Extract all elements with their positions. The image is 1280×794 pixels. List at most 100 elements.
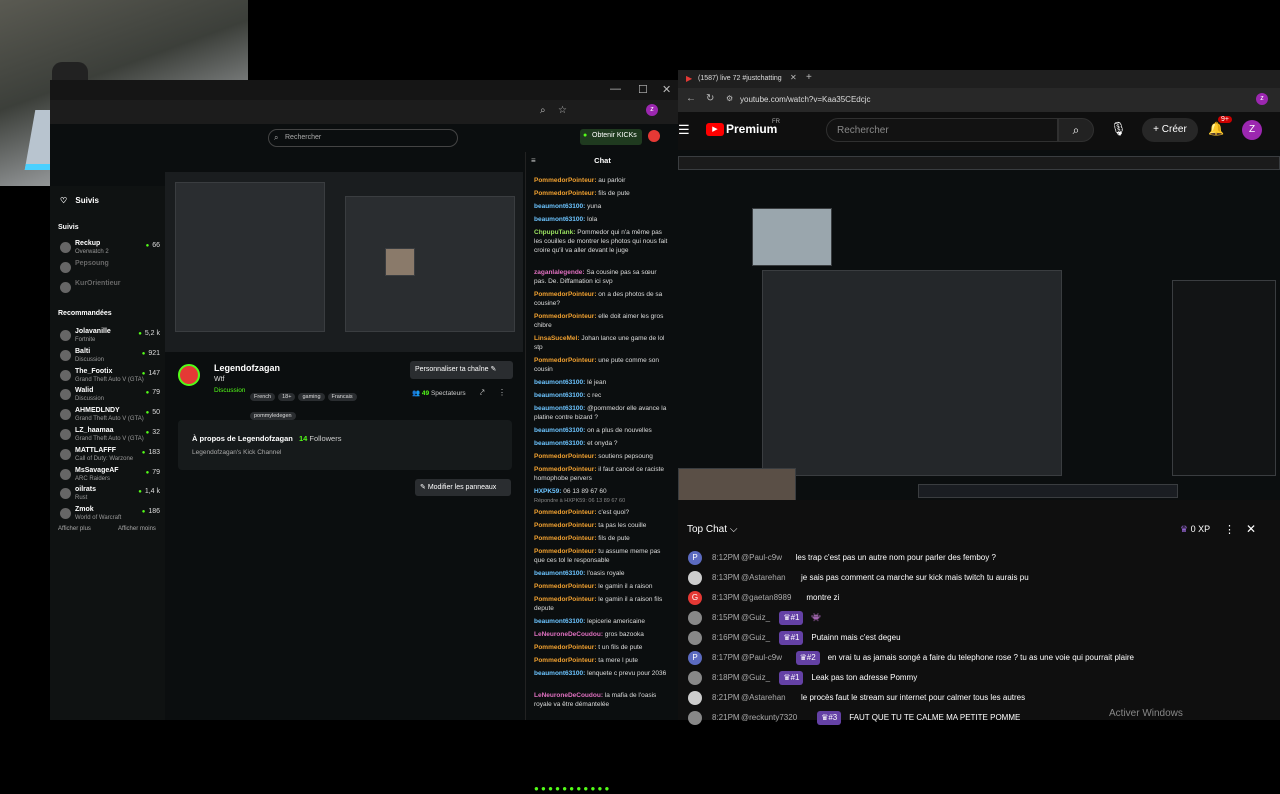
recommended-item[interactable]: oilratsRust 1,4 k <box>60 486 160 502</box>
chat-username[interactable]: PommedorPointeur <box>534 548 594 555</box>
chat-username[interactable]: beaumont63100 <box>534 570 583 577</box>
tag-chip[interactable]: gaming <box>298 393 325 401</box>
recommended-item[interactable]: WalidDiscussion 79 <box>60 387 160 403</box>
recommended-item[interactable]: Jolavanille Fortnite 5,2 k <box>60 328 160 344</box>
profile-avatar[interactable]: z <box>646 104 658 116</box>
top-chat-selector[interactable]: Top Chat ⌵ <box>687 524 737 535</box>
avatar[interactable] <box>688 631 702 645</box>
yt-search-input[interactable]: Rechercher <box>826 118 1058 142</box>
avatar[interactable] <box>688 611 702 625</box>
tag-chip[interactable]: 18+ <box>278 393 296 401</box>
avatar[interactable] <box>688 571 702 585</box>
tag-chip[interactable]: French <box>250 393 276 401</box>
bell-icon[interactable]: 🔔 <box>1208 121 1224 137</box>
chat-username[interactable]: PommedorPointeur <box>534 535 594 542</box>
chat-username[interactable]: PommedorPointeur <box>534 657 594 664</box>
recommended-item[interactable]: LZ_haamaa Grand Theft Auto V (GTA)32 <box>60 427 160 443</box>
minimize-icon[interactable]: — <box>610 83 621 95</box>
chat-username[interactable]: beaumont63100 <box>534 670 583 677</box>
avatar[interactable] <box>688 691 702 705</box>
create-button[interactable]: + Créer <box>1142 118 1198 142</box>
avatar[interactable] <box>688 671 702 685</box>
chat-username[interactable]: HXPK59 <box>534 488 559 495</box>
more-icon[interactable]: ⋮ <box>498 388 506 397</box>
show-more-link[interactable]: Afficher plus <box>58 526 91 532</box>
close-tab-icon[interactable]: ✕ <box>790 73 797 82</box>
channel-avatar[interactable] <box>178 364 200 386</box>
tag-chip[interactable]: Francais <box>327 393 357 401</box>
kick-video-player[interactable] <box>165 172 523 352</box>
chat-username[interactable]: ChpupuTank <box>534 229 573 236</box>
chat-username[interactable]: beaumont63100 <box>534 216 583 223</box>
chat-username[interactable]: PommedorPointeur <box>534 177 594 184</box>
chat-username[interactable]: beaumont63100 <box>534 203 583 210</box>
following-item[interactable]: Reckup Overwatch 2 66 <box>60 240 160 256</box>
close-icon[interactable]: ✕ <box>662 83 671 96</box>
chat-author[interactable]: @Guiz_ <box>741 633 770 642</box>
avatar[interactable]: P <box>688 651 702 665</box>
avatar[interactable]: P <box>688 551 702 565</box>
recommended-item[interactable]: BaltiDiscussion 921 <box>60 348 160 364</box>
menu-icon[interactable]: ☰ <box>678 122 690 138</box>
yt-tab-title[interactable]: (1587) live 72 #justchatting <box>698 75 782 82</box>
customize-channel-button[interactable]: Personnaliser ta chaîne ✎ <box>410 361 513 379</box>
close-chat-icon[interactable]: ✕ <box>1246 522 1256 536</box>
chat-username[interactable]: PommedorPointeur <box>534 190 594 197</box>
xp-indicator[interactable]: ♛ 0 XP <box>1180 524 1210 535</box>
yt-account-avatar[interactable]: Z <box>1242 120 1262 140</box>
chat-author[interactable]: @reckunty7320 <box>741 713 797 722</box>
edit-panels-button[interactable]: ✎ Modifier les panneaux <box>415 479 511 496</box>
zoom-icon[interactable]: ⌕ <box>540 105 546 116</box>
recommended-item[interactable]: AHMEDLNDYGrand Theft Auto V (GTA)50 <box>60 407 160 423</box>
youtube-logo-icon[interactable]: ▶ <box>706 123 724 136</box>
chat-username[interactable]: PommedorPointeur <box>534 509 594 516</box>
kick-search-input[interactable]: ⌕ Rechercher <box>268 129 458 147</box>
reload-icon[interactable]: ↻ <box>706 93 714 104</box>
chat-username[interactable]: LinsaSuceMel <box>534 335 577 342</box>
recommended-item[interactable]: ZmokWorld of Warcraft 186 <box>60 506 160 522</box>
yt-url[interactable]: youtube.com/watch?v=Kaa35CEdcjc <box>740 95 871 104</box>
chat-username[interactable]: LeNeuroneDeCoudou <box>534 631 601 638</box>
chat-author[interactable]: @Paul-c9w <box>741 653 782 662</box>
tag-chip[interactable]: pommyledegen <box>250 412 296 420</box>
chat-author[interactable]: @Paul-c9w <box>741 553 782 562</box>
back-icon[interactable]: ← <box>686 93 696 104</box>
share-icon[interactable]: ⤤ <box>480 388 485 398</box>
chat-username[interactable]: PommedorPointeur <box>534 522 594 529</box>
site-info-icon[interactable]: ⚙ <box>726 94 733 103</box>
microphone-icon[interactable]: 🎙 <box>1110 121 1127 137</box>
chat-username[interactable]: beaumont63100 <box>534 427 583 434</box>
yt-video-player[interactable] <box>678 150 1280 500</box>
obtain-kicks-button[interactable]: ● Obtenir KICKs <box>580 129 642 145</box>
chat-username[interactable]: zaganlalegende <box>534 269 582 276</box>
chat-author[interactable]: @Guiz_ <box>741 673 770 682</box>
following-header[interactable]: ♡ Suivis <box>60 196 99 205</box>
chat-author[interactable]: @Astarehan <box>741 693 786 702</box>
channel-category[interactable]: Discussion <box>214 387 245 394</box>
chat-username[interactable]: beaumont63100 <box>534 618 583 625</box>
avatar[interactable]: G <box>688 591 702 605</box>
chat-username[interactable]: PommedorPointeur <box>534 313 594 320</box>
maximize-icon[interactable]: ☐ <box>638 83 648 96</box>
chat-author[interactable]: @gaetan8989 <box>741 593 791 602</box>
recommended-item[interactable]: The_FootixGrand Theft Auto V (GTA)147 <box>60 368 160 384</box>
chat-author[interactable]: @Astarehan <box>741 573 786 582</box>
show-less-link[interactable]: Afficher moins <box>118 526 156 532</box>
following-item[interactable]: KurOrientieur <box>60 280 160 296</box>
avatar[interactable] <box>688 711 702 725</box>
chat-username[interactable]: PommedorPointeur <box>534 291 594 298</box>
user-avatar[interactable] <box>648 130 660 142</box>
chat-username[interactable]: PommedorPointeur <box>534 596 594 603</box>
chat-username[interactable]: beaumont63100 <box>534 405 583 412</box>
emote-icons[interactable]: ● ● ● ● ● ● ● ● ● ● ● <box>534 784 609 793</box>
chat-username[interactable]: PommedorPointeur <box>534 466 594 473</box>
chat-username[interactable]: PommedorPointeur <box>534 453 594 460</box>
chat-username[interactable]: PommedorPointeur <box>534 357 594 364</box>
chat-username[interactable]: beaumont63100 <box>534 440 583 447</box>
chat-more-icon[interactable]: ⋮ <box>1224 523 1235 536</box>
chat-username[interactable]: LeNeuroneDeCoudou <box>534 692 601 699</box>
recommended-item[interactable]: MsSavageAFARC Raiders 79 <box>60 467 160 483</box>
following-item[interactable]: Pepsoung <box>60 260 160 276</box>
chat-author[interactable]: @Guiz_ <box>741 613 770 622</box>
channel-name[interactable]: Legendofzagan <box>214 363 280 373</box>
